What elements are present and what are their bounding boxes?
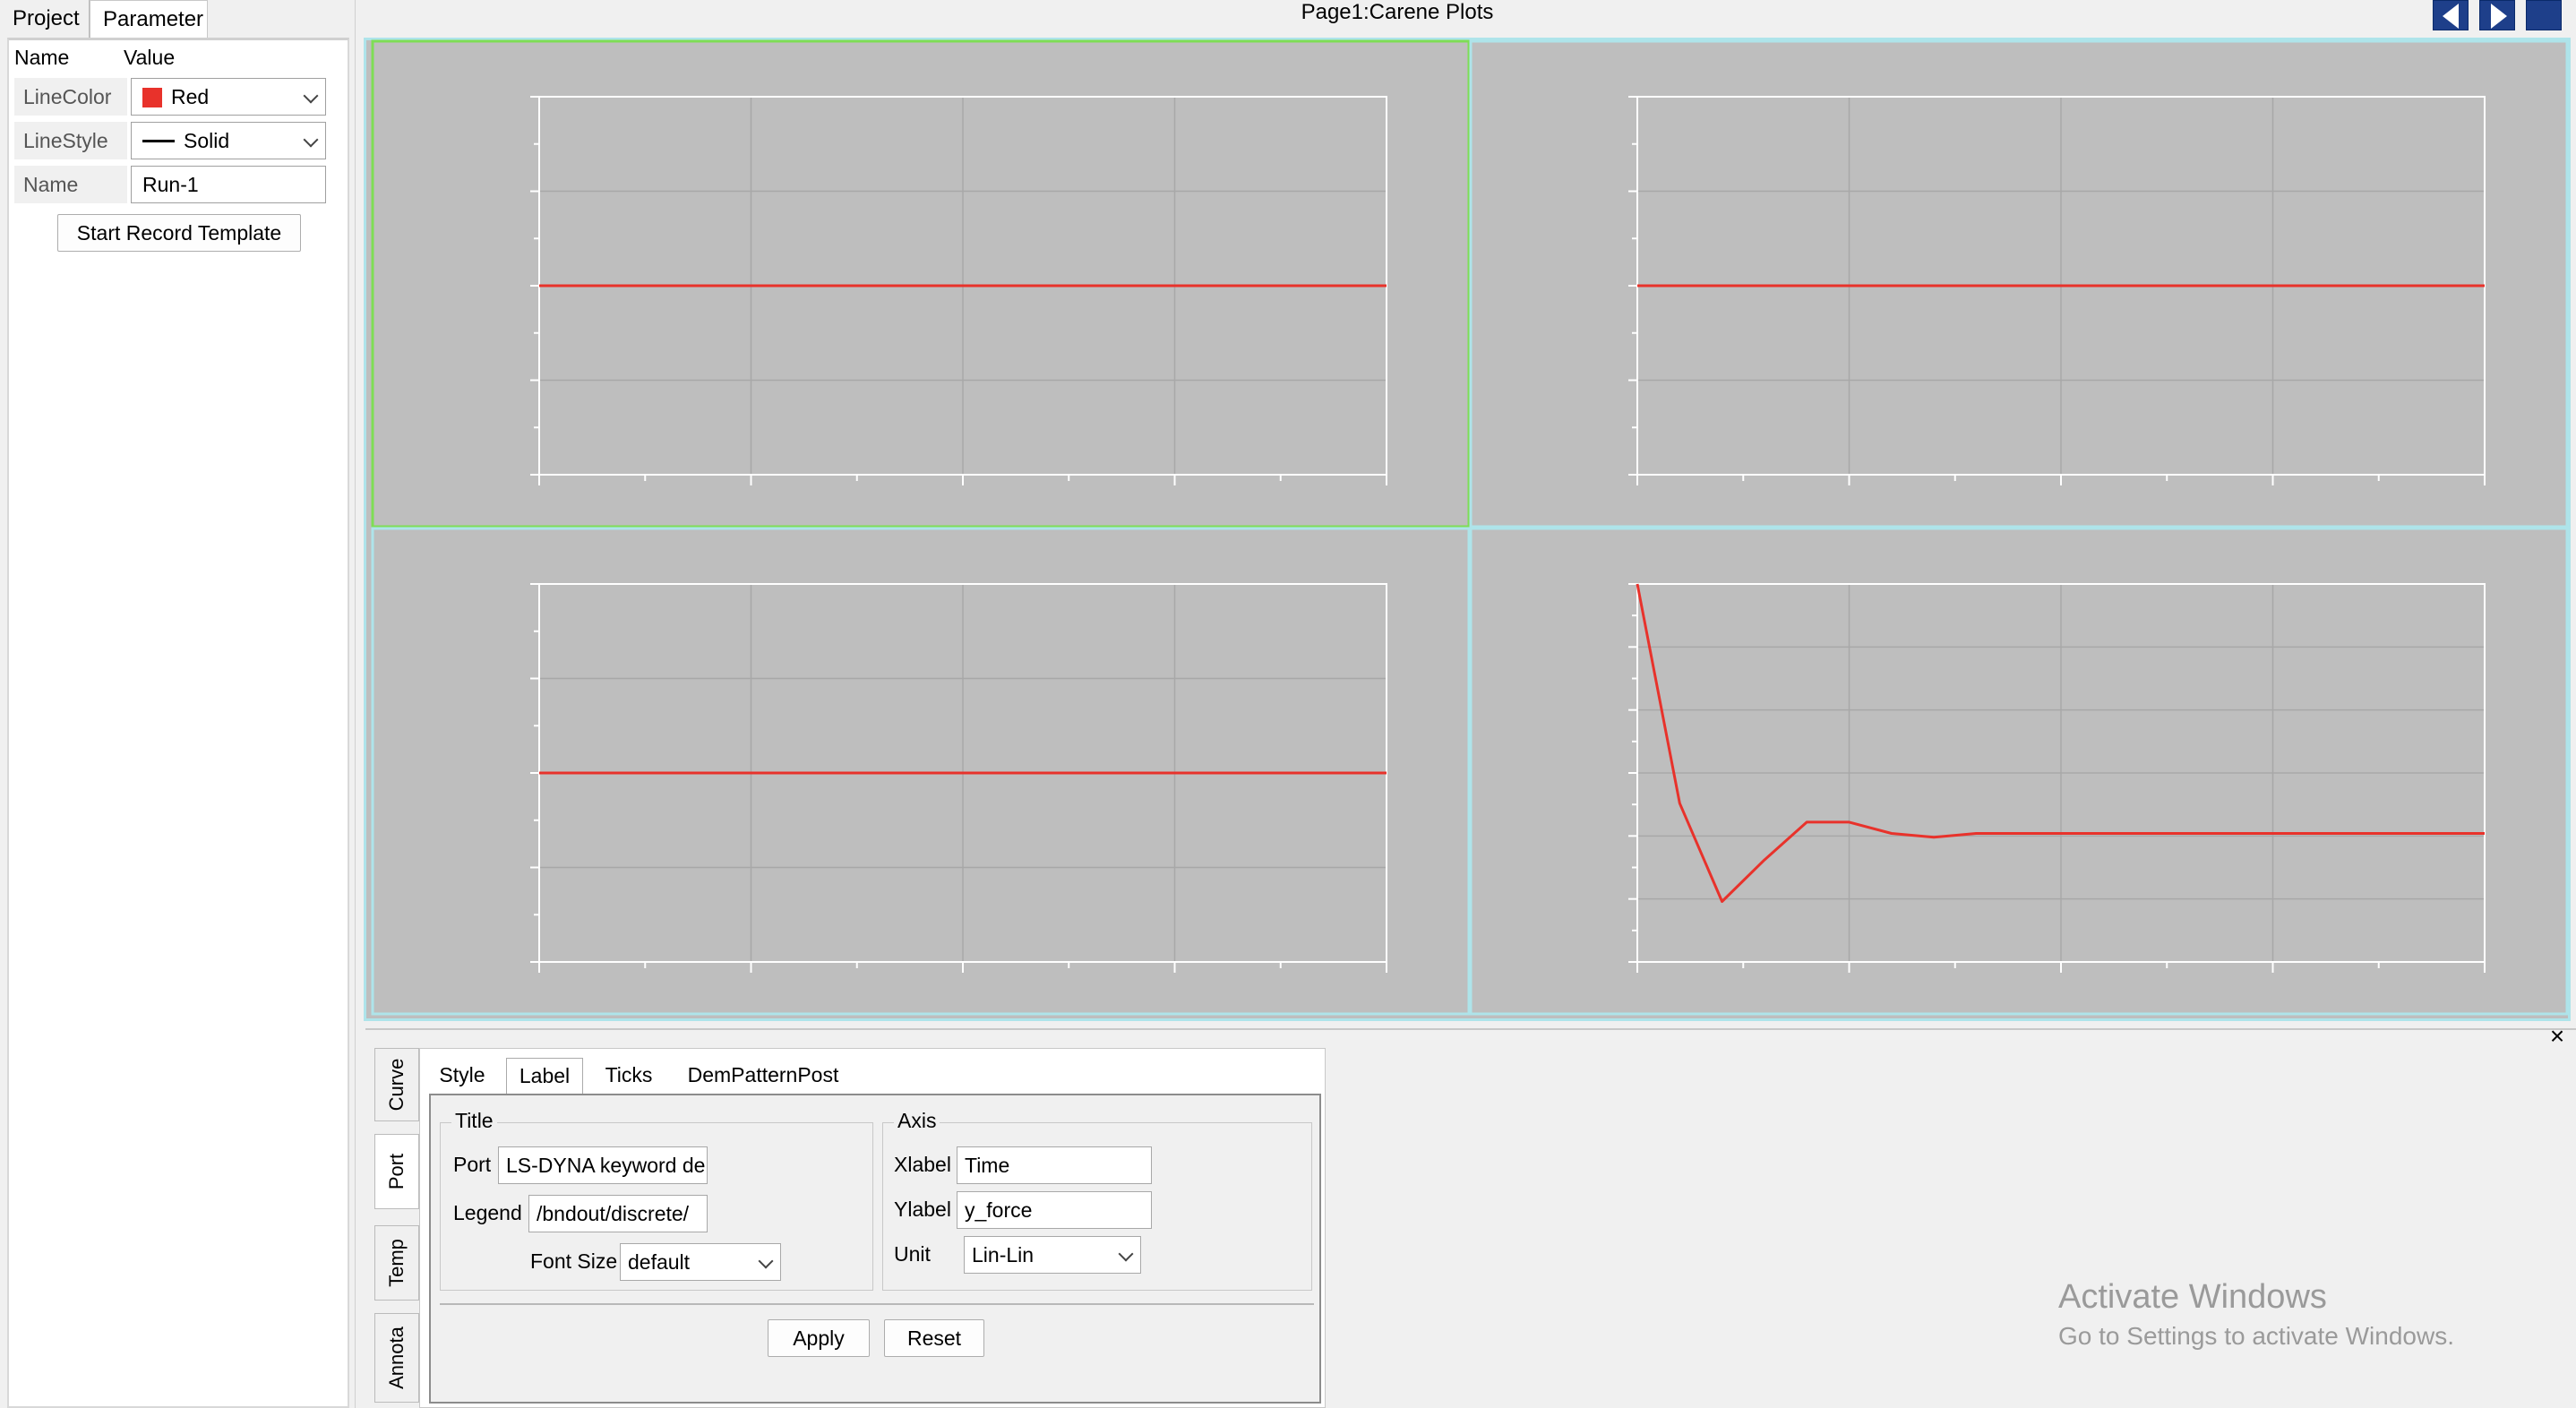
legend-label: Legend <box>453 1201 522 1224</box>
plots-canvas <box>371 39 2569 1016</box>
watermark-line2: Go to Settings to activate Windows. <box>2058 1322 2454 1350</box>
side-tab-temp[interactable]: Temp <box>374 1225 419 1301</box>
button-separator <box>440 1303 1314 1305</box>
axis-group: Axis Xlabel Time Ylabel y_force Unit Lin… <box>882 1109 1312 1291</box>
port-title-input[interactable]: LS-DYNA keyword de <box>498 1146 708 1184</box>
property-panel: Style Label Ticks DemPatternPost Title P… <box>419 1048 1326 1408</box>
unit-value: Lin-Lin <box>972 1243 1035 1266</box>
axis-group-label: Axis <box>894 1109 940 1133</box>
dock-separator <box>365 1028 2576 1030</box>
apply-button[interactable]: Apply <box>768 1319 870 1357</box>
xlabel-input[interactable]: Time <box>957 1146 1152 1184</box>
chevron-down-icon <box>1118 1246 1134 1262</box>
ylabel-input[interactable]: y_force <box>957 1191 1152 1229</box>
unit-select[interactable]: Lin-Lin <box>964 1236 1141 1274</box>
label-tab-content: Title Port LS-DYNA keyword de Legend /bn… <box>429 1094 1321 1404</box>
xlabel-label: Xlabel <box>894 1153 951 1176</box>
tab-dempatternpost[interactable]: DemPatternPost <box>678 1058 848 1094</box>
chevron-down-icon <box>758 1253 774 1269</box>
side-tab-port[interactable]: Port <box>374 1134 419 1209</box>
side-tab-curve[interactable]: Curve <box>374 1048 419 1121</box>
side-tab-annota[interactable]: Annota <box>374 1313 419 1403</box>
tab-label[interactable]: Label <box>506 1058 583 1094</box>
port-label: Port <box>453 1153 492 1176</box>
plot-4-viewport <box>1469 527 2569 1016</box>
ylabel-label: Ylabel <box>894 1198 951 1221</box>
title-group-label: Title <box>451 1109 497 1133</box>
font-size-value: default <box>628 1250 691 1274</box>
legend-input[interactable]: /bndout/discrete/ <box>528 1195 708 1232</box>
plot-2-viewport <box>1469 39 2569 528</box>
unit-label: Unit <box>894 1242 931 1266</box>
plot-1-viewport <box>371 39 1471 528</box>
tab-style[interactable]: Style <box>429 1058 495 1094</box>
font-size-label: Font Size <box>530 1249 618 1273</box>
plot-3-viewport <box>371 527 1471 1016</box>
tab-ticks[interactable]: Ticks <box>594 1058 664 1094</box>
close-icon[interactable]: × <box>2544 1023 2571 1050</box>
watermark-line1: Activate Windows <box>2058 1278 2327 1316</box>
font-size-select[interactable]: default <box>620 1243 781 1281</box>
reset-button[interactable]: Reset <box>884 1319 984 1357</box>
activate-windows-watermark: Activate Windows Go to Settings to activ… <box>2058 1275 2454 1354</box>
title-group: Title Port LS-DYNA keyword de Legend /bn… <box>440 1109 873 1291</box>
